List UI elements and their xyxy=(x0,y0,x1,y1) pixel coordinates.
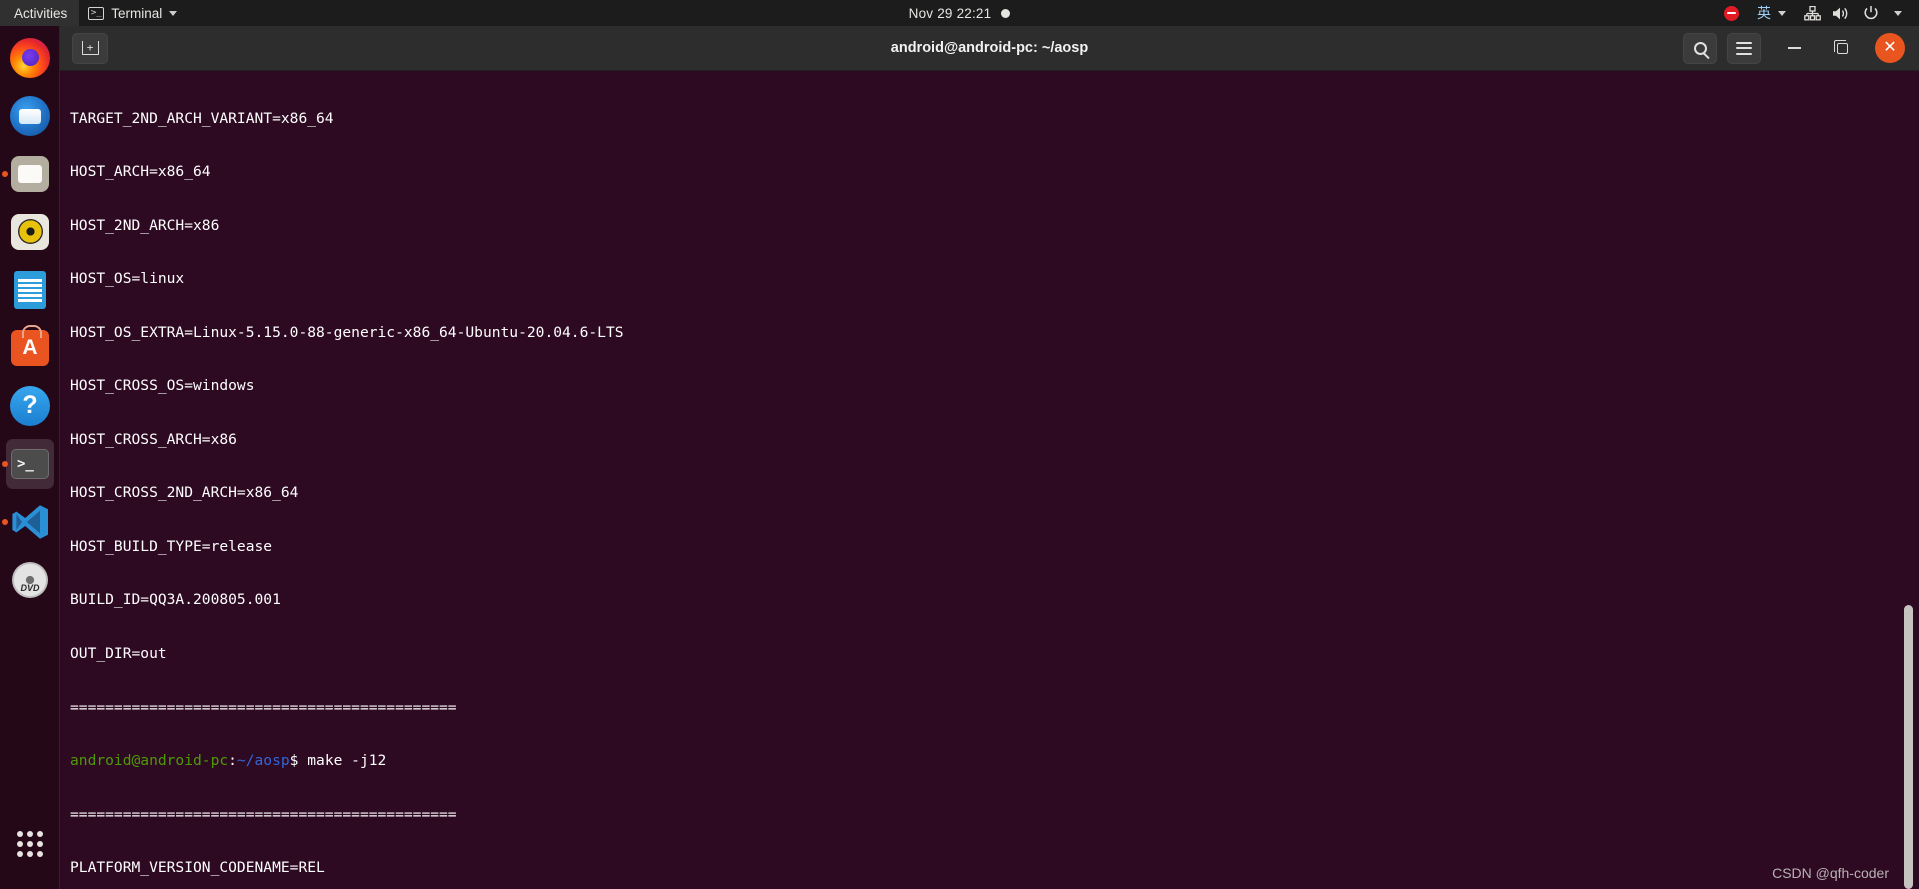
page-title: android@android-pc: ~/aosp xyxy=(890,40,1089,56)
running-indicator-dot xyxy=(2,170,8,177)
top-bar-left: Activities >_ Terminal xyxy=(0,0,186,26)
dock-item-vscode[interactable] xyxy=(0,494,60,549)
terminal-line: HOST_CROSS_2ND_ARCH=x86_64 xyxy=(70,484,299,502)
terminal-line: BUILD_ID=QQ3A.200805.001 xyxy=(70,591,281,609)
ubuntu-dock: A ? >_ DVD xyxy=(0,26,60,889)
terminal-line: HOST_CROSS_OS=windows xyxy=(70,377,255,395)
dock-item-rhythmbox[interactable] xyxy=(0,204,60,259)
terminal-prompt-line: android@android-pc:~/aosp$ make -j12 xyxy=(70,752,1891,770)
prompt-user-host: android@android-pc xyxy=(70,752,229,770)
minimize-icon xyxy=(1787,47,1801,49)
ime-indicator-label: 英 xyxy=(1757,5,1771,21)
terminal-line: HOST_OS=linux xyxy=(70,270,185,288)
new-tab-button[interactable]: + xyxy=(72,32,108,64)
terminal-glyph: >_ xyxy=(90,7,102,18)
do-not-disturb-icon xyxy=(1724,5,1739,21)
terminal-line: HOST_OS_EXTRA=Linux-5.15.0-88-generic-x8… xyxy=(70,323,624,341)
minimize-button[interactable] xyxy=(1779,34,1809,62)
terminal-icon: >_ xyxy=(9,443,51,485)
dvd-glyph: DVD xyxy=(20,582,40,593)
network-icon xyxy=(1804,5,1821,20)
show-applications-icon xyxy=(9,823,51,865)
dock-item-firefox[interactable] xyxy=(0,30,60,85)
menu-button[interactable] xyxy=(1727,32,1761,64)
window-title-bar[interactable]: + android@android-pc: ~/aosp ✕ xyxy=(60,26,1919,71)
dvd-disk-icon: DVD xyxy=(9,559,51,601)
dock-item-help[interactable]: ? xyxy=(0,378,60,433)
system-status-menu[interactable] xyxy=(1795,0,1911,26)
activities-label: Activities xyxy=(14,5,68,21)
scrollbar-thumb[interactable] xyxy=(1904,605,1913,889)
terminal-icon: >_ xyxy=(88,6,105,20)
watermark-label: CSDN @qfh-coder xyxy=(1772,865,1889,881)
terminal-line: HOST_BUILD_TYPE=release xyxy=(70,537,273,555)
close-icon: ✕ xyxy=(1883,39,1897,56)
ubuntu-software-icon: A xyxy=(9,324,51,369)
search-button[interactable] xyxy=(1683,32,1717,64)
gnome-top-bar: Activities >_ Terminal Nov 29 22:21 英 xyxy=(0,0,1919,26)
terminal-output: TARGET_2ND_ARCH_VARIANT=x86_64 HOST_ARCH… xyxy=(70,74,1891,889)
dock-item-ubuntu-software[interactable]: A xyxy=(0,320,60,375)
terminal-separator: ========================================… xyxy=(70,805,457,823)
top-bar-center: Nov 29 22:21 xyxy=(0,0,1919,26)
firefox-icon xyxy=(9,37,51,79)
plus-glyph: + xyxy=(86,41,94,54)
window-controls: ✕ xyxy=(1683,32,1919,64)
do-not-disturb-button[interactable] xyxy=(1715,0,1748,26)
terminal-separator: ========================================… xyxy=(70,698,457,716)
terminal-line: HOST_CROSS_ARCH=x86 xyxy=(70,430,237,448)
prompt-path: ~/aosp xyxy=(236,752,290,770)
terminal-scrollbar[interactable] xyxy=(1904,75,1913,889)
volume-icon xyxy=(1833,7,1848,19)
dock-item-show-applications[interactable] xyxy=(0,816,60,871)
power-icon xyxy=(1864,6,1878,20)
thunderbird-icon xyxy=(9,95,51,137)
help-glyph: ? xyxy=(22,391,38,419)
libreoffice-writer-icon xyxy=(9,269,51,311)
rhythmbox-icon xyxy=(9,211,51,253)
clock-menu-button[interactable]: Nov 29 22:21 xyxy=(900,0,1020,26)
help-icon: ? xyxy=(9,385,51,427)
search-icon xyxy=(1693,41,1707,55)
terminal-line: HOST_ARCH=x86_64 xyxy=(70,163,211,181)
maximize-icon xyxy=(1833,39,1848,54)
prompt-colon: : xyxy=(228,752,237,770)
terminal-glyph: >_ xyxy=(17,455,34,472)
terminal-body[interactable]: TARGET_2ND_ARCH_VARIANT=x86_64 HOST_ARCH… xyxy=(60,71,1919,889)
top-bar-right: 英 xyxy=(1715,0,1919,26)
notification-indicator-icon xyxy=(1001,8,1011,18)
clock-label: Nov 29 22:21 xyxy=(908,5,992,21)
terminal-command: make -j12 xyxy=(298,752,387,770)
running-indicator-dot xyxy=(2,460,8,467)
terminal-line: HOST_2ND_ARCH=x86 xyxy=(70,216,220,234)
dock-item-files[interactable] xyxy=(0,146,60,201)
dock-item-terminal[interactable]: >_ xyxy=(0,436,60,491)
terminal-line: PLATFORM_VERSION_CODENAME=REL xyxy=(70,859,325,877)
maximize-button[interactable] xyxy=(1827,34,1857,62)
terminal-line: OUT_DIR=out xyxy=(70,645,167,662)
running-indicator-dot xyxy=(2,518,8,525)
ubuntu-software-glyph: A xyxy=(22,335,38,359)
dock-item-libreoffice-writer[interactable] xyxy=(0,262,60,317)
terminal-window: + android@android-pc: ~/aosp ✕ TARGET_2N xyxy=(60,26,1919,889)
chevron-down-icon xyxy=(1894,10,1902,16)
chevron-down-icon xyxy=(1778,10,1786,16)
chevron-down-icon xyxy=(169,10,178,16)
plus-icon: + xyxy=(81,41,99,55)
vscode-icon xyxy=(10,502,50,542)
app-menu-terminal[interactable]: >_ Terminal xyxy=(79,0,186,26)
close-button[interactable]: ✕ xyxy=(1875,33,1905,63)
app-menu-label: Terminal xyxy=(111,5,163,21)
terminal-line: TARGET_2ND_ARCH_VARIANT=x86_64 xyxy=(70,109,334,127)
activities-button[interactable]: Activities xyxy=(0,0,80,26)
hamburger-menu-icon xyxy=(1736,41,1752,55)
dock-item-dvd[interactable]: DVD xyxy=(0,552,60,607)
files-icon xyxy=(9,153,51,195)
input-method-button[interactable]: 英 xyxy=(1748,0,1795,26)
dock-item-thunderbird[interactable] xyxy=(0,88,60,143)
